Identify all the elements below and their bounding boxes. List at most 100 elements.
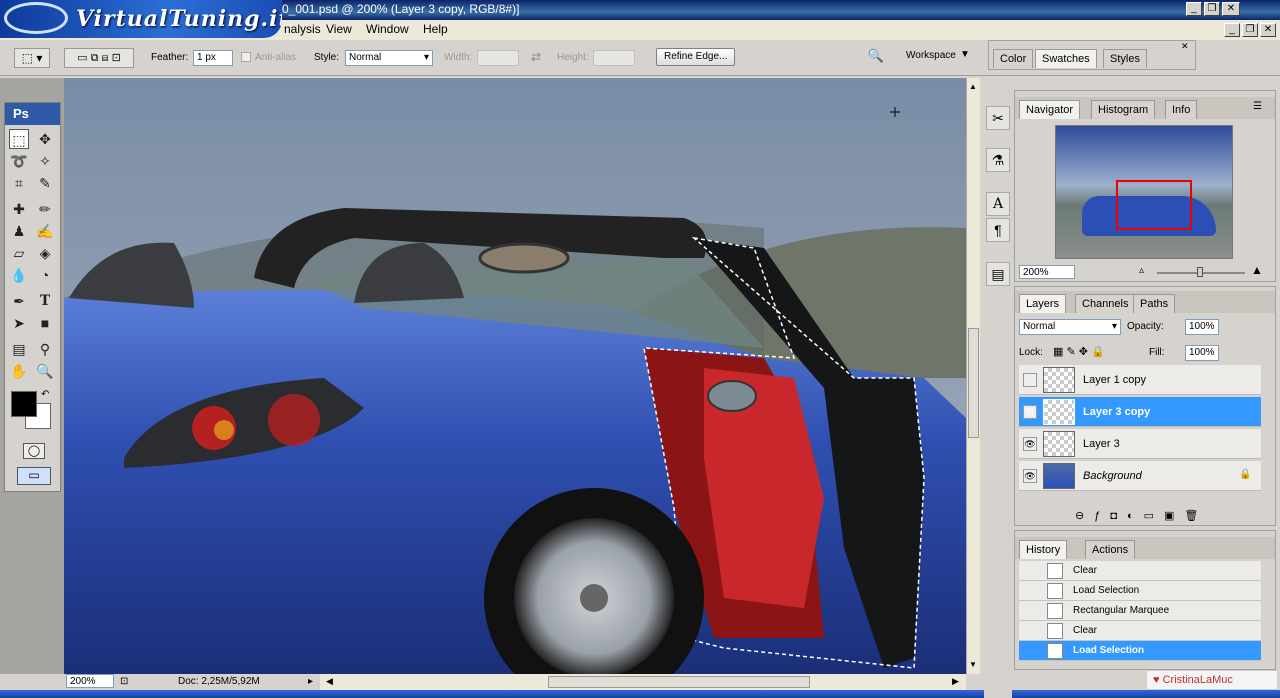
doc-restore-button[interactable]: ❐ — [1242, 23, 1258, 37]
bridge-icon[interactable]: 🔍 — [864, 48, 888, 68]
history-item[interactable]: Clear — [1019, 561, 1261, 581]
rect-marquee-tool-icon[interactable]: ⬚ — [9, 129, 29, 149]
tab-color[interactable]: Color — [993, 49, 1034, 68]
visibility-toggle[interactable] — [1023, 373, 1037, 387]
layer-row-3[interactable]: 👁 Layer 3 — [1019, 429, 1261, 459]
feather-input[interactable]: 1 px — [193, 50, 233, 66]
zoom-level-input[interactable]: 200% — [66, 674, 114, 688]
scroll-down-icon[interactable]: ▼ — [969, 660, 977, 669]
tab-info[interactable]: Info — [1165, 100, 1198, 119]
zoom-out-icon[interactable]: ▵ — [1139, 265, 1144, 276]
swap-icon[interactable]: ⇄ — [531, 50, 541, 64]
eye-icon[interactable]: 👁 — [1023, 437, 1037, 451]
layer-comps-icon[interactable]: ▤ — [986, 262, 1010, 286]
slice-tool-icon[interactable]: ✎ — [35, 173, 55, 193]
horizontal-scrollbar[interactable]: ◀ ▶ — [320, 674, 966, 690]
antialias-checkbox[interactable] — [241, 52, 251, 62]
opacity-input[interactable]: 100% — [1185, 319, 1219, 335]
history-item-selected[interactable]: Load Selection — [1019, 641, 1261, 661]
fill-input[interactable]: 100% — [1185, 345, 1219, 361]
tab-styles[interactable]: Styles — [1103, 49, 1147, 68]
layer-row-1[interactable]: Layer 1 copy — [1019, 365, 1261, 395]
workspace-menu[interactable]: Workspace — [906, 50, 956, 61]
tab-history[interactable]: History — [1019, 540, 1068, 559]
height-input[interactable] — [593, 50, 635, 66]
style-select[interactable]: Normal ▾ — [345, 50, 433, 66]
foreground-color-swatch[interactable] — [11, 391, 37, 417]
marquee-preset-icon[interactable]: ⬚ ▾ — [14, 48, 50, 68]
history-brush-icon[interactable]: ✍ — [35, 221, 55, 241]
navigator-zoom-input[interactable]: 200% — [1019, 265, 1075, 279]
document-canvas[interactable] — [64, 78, 966, 674]
eraser-tool-icon[interactable]: ▱ — [9, 243, 29, 263]
tab-actions[interactable]: Actions — [1085, 540, 1136, 559]
eye-icon[interactable]: 👁 — [1023, 469, 1037, 483]
view-box[interactable] — [1116, 180, 1192, 230]
character-icon[interactable]: A — [986, 192, 1010, 216]
blur-tool-icon[interactable]: 💧 — [9, 265, 29, 285]
lasso-tool-icon[interactable]: ➰ — [9, 151, 29, 171]
dodge-tool-icon[interactable]: ◔ — [35, 265, 55, 285]
tab-paths[interactable]: Paths — [1133, 294, 1176, 313]
magic-wand-tool-icon[interactable]: ✧ — [35, 151, 55, 171]
type-tool-icon[interactable]: T — [35, 291, 55, 311]
move-tool-icon[interactable]: ✥ — [35, 129, 55, 149]
quick-mask-icon[interactable]: ◯ — [23, 443, 45, 459]
tab-navigator[interactable]: Navigator — [1019, 100, 1081, 119]
history-item[interactable]: Clear — [1019, 621, 1261, 641]
scroll-right-icon[interactable]: ▶ — [952, 676, 959, 687]
close-button[interactable]: ✕ — [1222, 2, 1240, 16]
menu-analysis[interactable]: nalysis — [284, 22, 321, 36]
minimize-button[interactable]: _ — [1186, 2, 1202, 16]
notes-tool-icon[interactable]: ▤ — [9, 339, 29, 359]
close-icon[interactable]: ✕ — [1181, 41, 1189, 52]
layer-row-2[interactable]: 👁 Layer 3 copy — [1019, 397, 1261, 427]
brush-tool-icon[interactable]: ✏ — [35, 199, 55, 219]
shape-tool-icon[interactable]: ■ — [35, 313, 55, 333]
panel-menu-icon[interactable]: ☰ — [1253, 101, 1262, 112]
screen-mode-icon[interactable]: ▭ — [17, 467, 51, 485]
healing-brush-icon[interactable]: ✚ — [9, 199, 29, 219]
paint-bucket-icon[interactable]: ◈ — [35, 243, 55, 263]
selection-mode-icons[interactable]: ▭ ⧉ ⧈ ⊡ — [64, 48, 134, 68]
paragraph-icon[interactable]: ¶ — [986, 218, 1010, 242]
menu-window[interactable]: Window — [366, 22, 409, 36]
horizontal-scroll-thumb[interactable] — [548, 676, 810, 688]
tab-swatches[interactable]: Swatches — [1035, 49, 1097, 68]
doc-minimize-button[interactable]: _ — [1224, 23, 1240, 37]
zoom-slider-thumb[interactable] — [1197, 267, 1203, 277]
clone-stamp-icon[interactable]: ♟ — [9, 221, 29, 241]
zoom-in-icon[interactable]: ▲ — [1251, 263, 1263, 277]
lock-icons[interactable]: ▦ ✎ ✥ 🔒 — [1053, 345, 1105, 358]
eyedropper-tool-icon[interactable]: ⚲ — [35, 339, 55, 359]
eye-icon[interactable]: 👁 — [1023, 405, 1037, 419]
crop-tool-icon[interactable]: ⌗ — [9, 173, 29, 193]
menu-help[interactable]: Help — [423, 22, 448, 36]
navigator-thumbnail[interactable] — [1055, 125, 1233, 259]
path-selection-icon[interactable]: ➤ — [9, 313, 29, 333]
brushes-icon[interactable]: ⚗ — [986, 148, 1010, 172]
doc-close-button[interactable]: ✕ — [1260, 23, 1276, 37]
status-options-icon[interactable]: ⊡ — [120, 676, 128, 687]
layer-row-4[interactable]: 👁 Background 🔒 — [1019, 461, 1261, 491]
history-item[interactable]: Load Selection — [1019, 581, 1261, 601]
vertical-scrollbar[interactable]: ▲ ▼ — [966, 78, 980, 674]
hand-tool-icon[interactable]: ✋ — [9, 361, 29, 381]
tab-channels[interactable]: Channels — [1075, 294, 1136, 313]
status-menu-arrow-icon[interactable]: ▸ — [308, 676, 313, 687]
zoom-tool-icon[interactable]: 🔍 — [35, 361, 55, 381]
restore-button[interactable]: ❐ — [1204, 2, 1220, 16]
pen-tool-icon[interactable]: ✒ — [9, 291, 29, 311]
blend-mode-select[interactable]: Normal ▾ — [1019, 319, 1121, 335]
history-item[interactable]: Rectangular Marquee — [1019, 601, 1261, 621]
tab-histogram[interactable]: Histogram — [1091, 100, 1156, 119]
tab-layers[interactable]: Layers — [1019, 294, 1067, 313]
tool-presets-icon[interactable]: ✂ — [986, 106, 1010, 130]
refine-edge-button[interactable]: Refine Edge... — [656, 48, 736, 66]
swap-colors-icon[interactable]: ↶ — [41, 389, 49, 400]
width-input[interactable] — [477, 50, 519, 66]
menu-view[interactable]: View — [326, 22, 352, 36]
vertical-scroll-thumb[interactable] — [968, 328, 979, 438]
scroll-left-icon[interactable]: ◀ — [326, 676, 333, 687]
scroll-up-icon[interactable]: ▲ — [969, 82, 977, 91]
